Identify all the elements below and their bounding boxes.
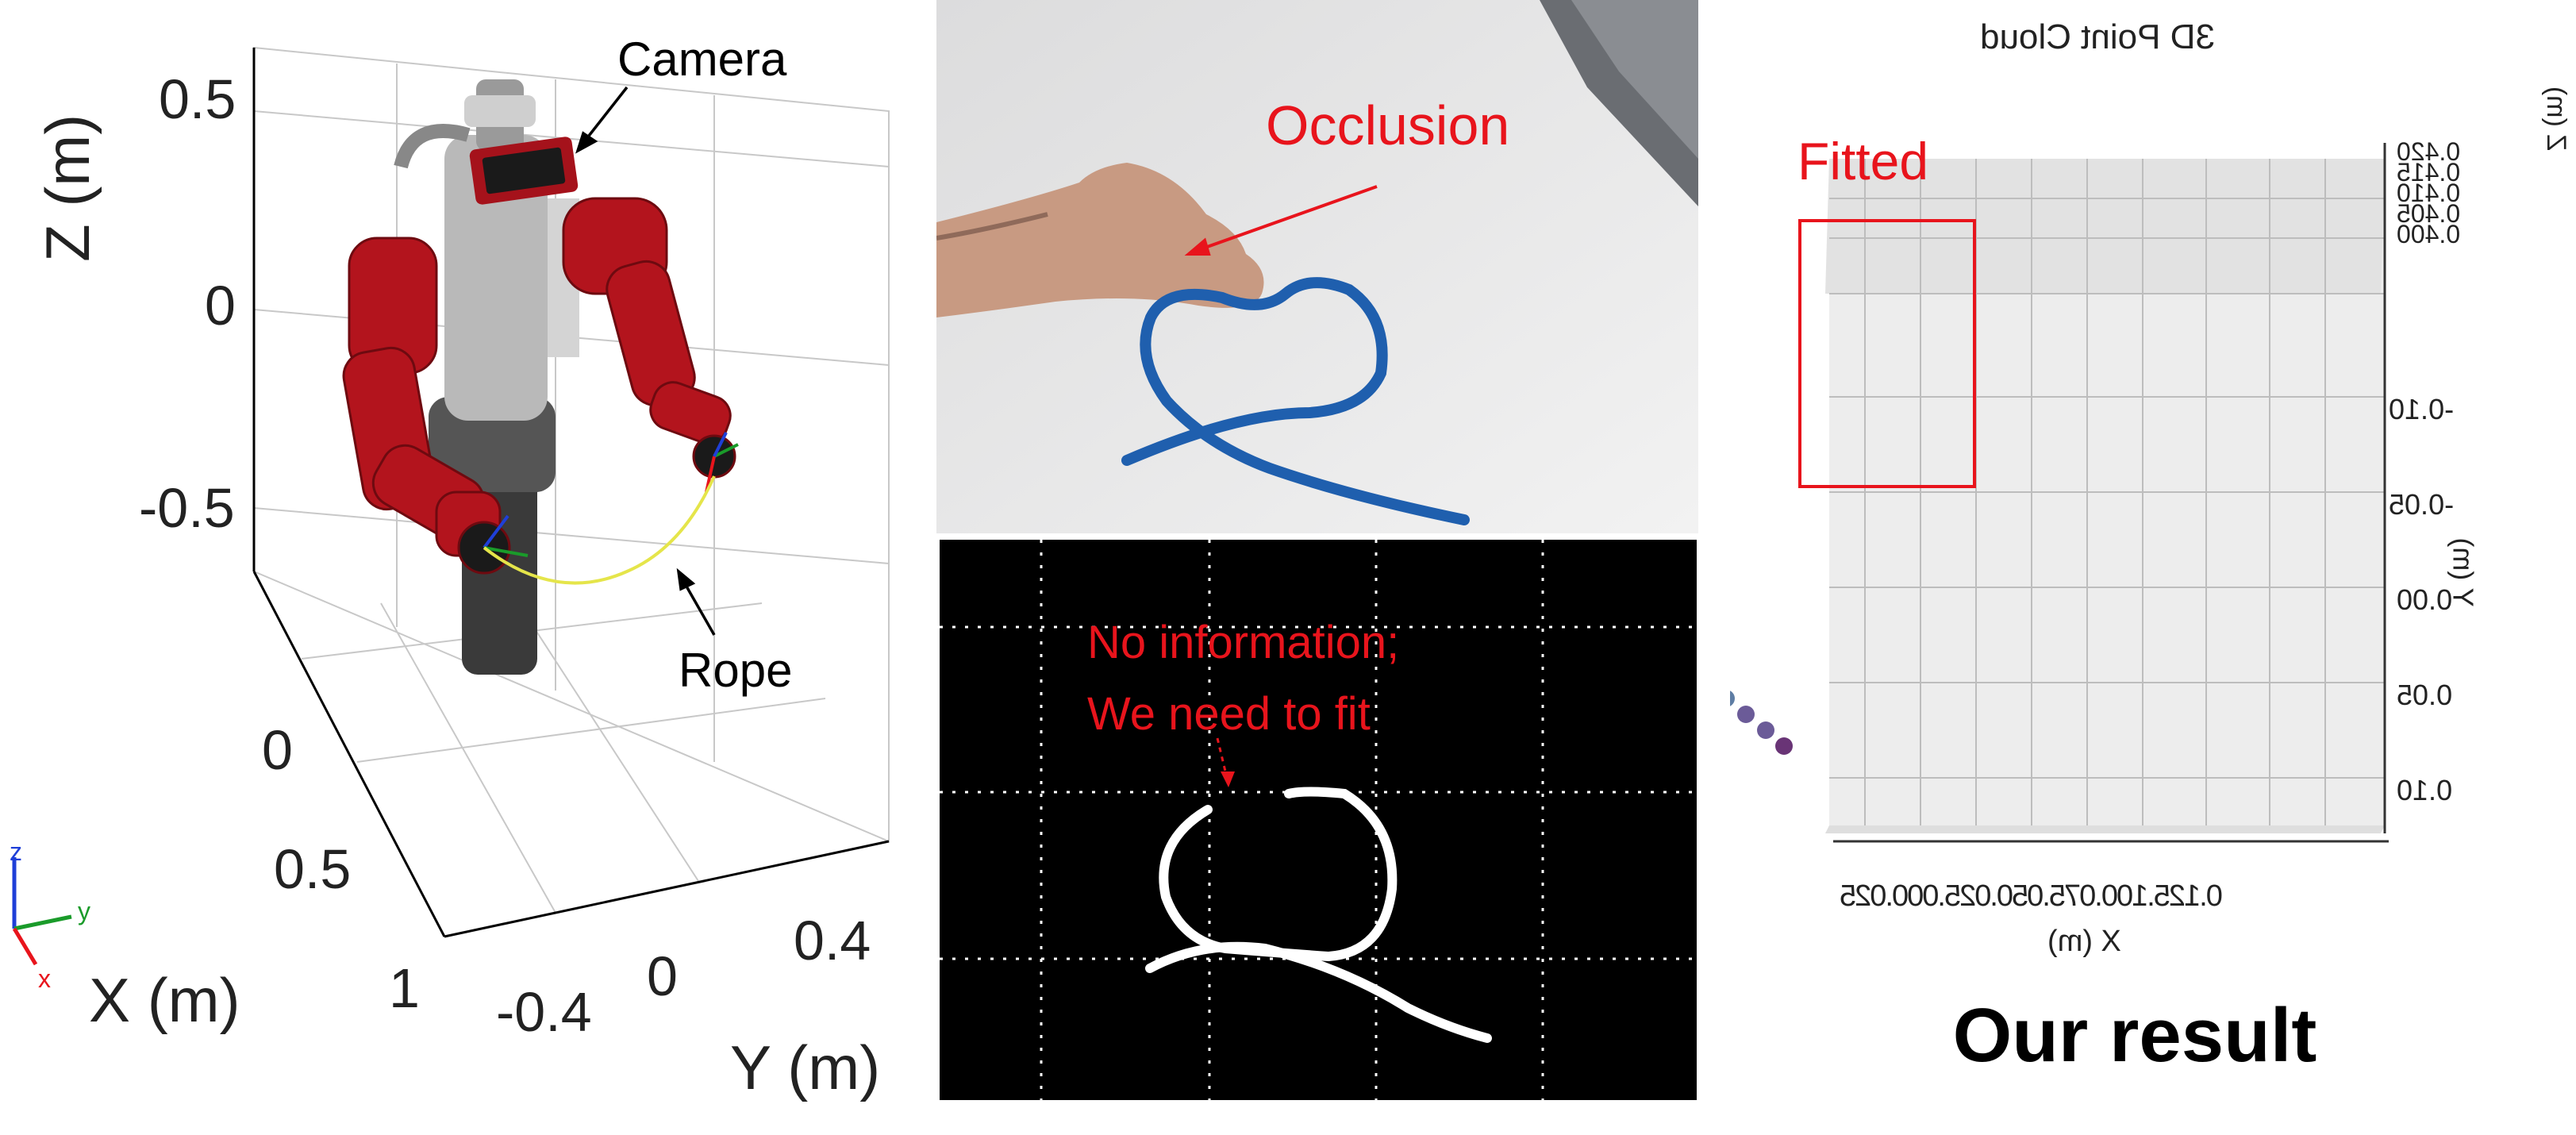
rope-label: Rope	[679, 644, 793, 697]
fitted-label: Fitted	[1797, 132, 1929, 190]
y-tick: 0.4	[794, 910, 871, 971]
occlusion-label: Occlusion	[1266, 94, 1510, 156]
fit-note-line1: No information;	[1087, 617, 1400, 668]
cloud-x-axis-label: X (m)	[2047, 925, 2121, 958]
point-cloud-panel: 3D Point Cloud Fitted 0.125.100.075.050.…	[1730, 0, 2576, 1135]
robot-model-panel: Camera Rope Z (m) X (m) Y (m) 0.5 0 -0.5…	[0, 0, 913, 1135]
z-axis-label: Z (m)	[33, 114, 102, 262]
cloud-z-axis-label: Z (m)	[2541, 86, 2572, 152]
cloud-y-tick: 0.00	[2397, 583, 2453, 616]
cloud-point	[1775, 737, 1793, 755]
y-tick: 0	[647, 945, 678, 1007]
cloud-z-ticks: 0.420 0.415 0.410 0.405 0.400	[2397, 137, 2461, 248]
y-tick: -0.4	[496, 981, 592, 1043]
fit-note-line2: We need to fit	[1087, 688, 1371, 740]
z-tick: 0.5	[159, 68, 236, 130]
axis-triad	[12, 857, 72, 966]
z-tick: -0.5	[139, 477, 235, 539]
result-title: Our result	[1952, 993, 2317, 1078]
rope-photo	[936, 0, 1698, 533]
triad-z: z	[10, 837, 22, 866]
occlusion-photo-panel: Occlusion	[936, 0, 1698, 533]
fit-note: No information; We need to fit	[1087, 607, 1399, 750]
triad-y: y	[78, 897, 90, 925]
cloud-title: 3D Point Cloud	[1980, 17, 2215, 56]
cloud-point	[1757, 721, 1774, 739]
cloud-x-ticks: 0.125.100.075.050.025.000.025	[1841, 879, 2223, 913]
cloud-y-tick: 0.05	[2397, 679, 2453, 711]
triad-x: x	[38, 964, 51, 993]
cloud-y-tick: -0.10	[2389, 393, 2455, 425]
cloud-y-axis-label: Y (m)	[2447, 537, 2480, 607]
x-tick: 0	[262, 719, 293, 781]
x-tick: 1	[389, 957, 420, 1019]
y-axis-label: Y (m)	[730, 1033, 881, 1102]
cloud-points	[1730, 691, 1793, 755]
x-tick: 0.5	[274, 838, 352, 900]
x-axis-label: X (m)	[89, 965, 240, 1035]
robot-body	[394, 79, 579, 675]
cloud-y-tick: 0.10	[2397, 774, 2453, 806]
cloud-y-tick: -0.05	[2389, 488, 2455, 521]
segmentation-mask-panel: No information; We need to fit	[940, 540, 1697, 1100]
cloud-z-tick: 0.400	[2397, 220, 2461, 248]
cloud-point	[1737, 706, 1755, 723]
cloud-point	[1730, 691, 1735, 706]
z-tick: 0	[205, 275, 236, 337]
camera-label: Camera	[617, 33, 787, 86]
